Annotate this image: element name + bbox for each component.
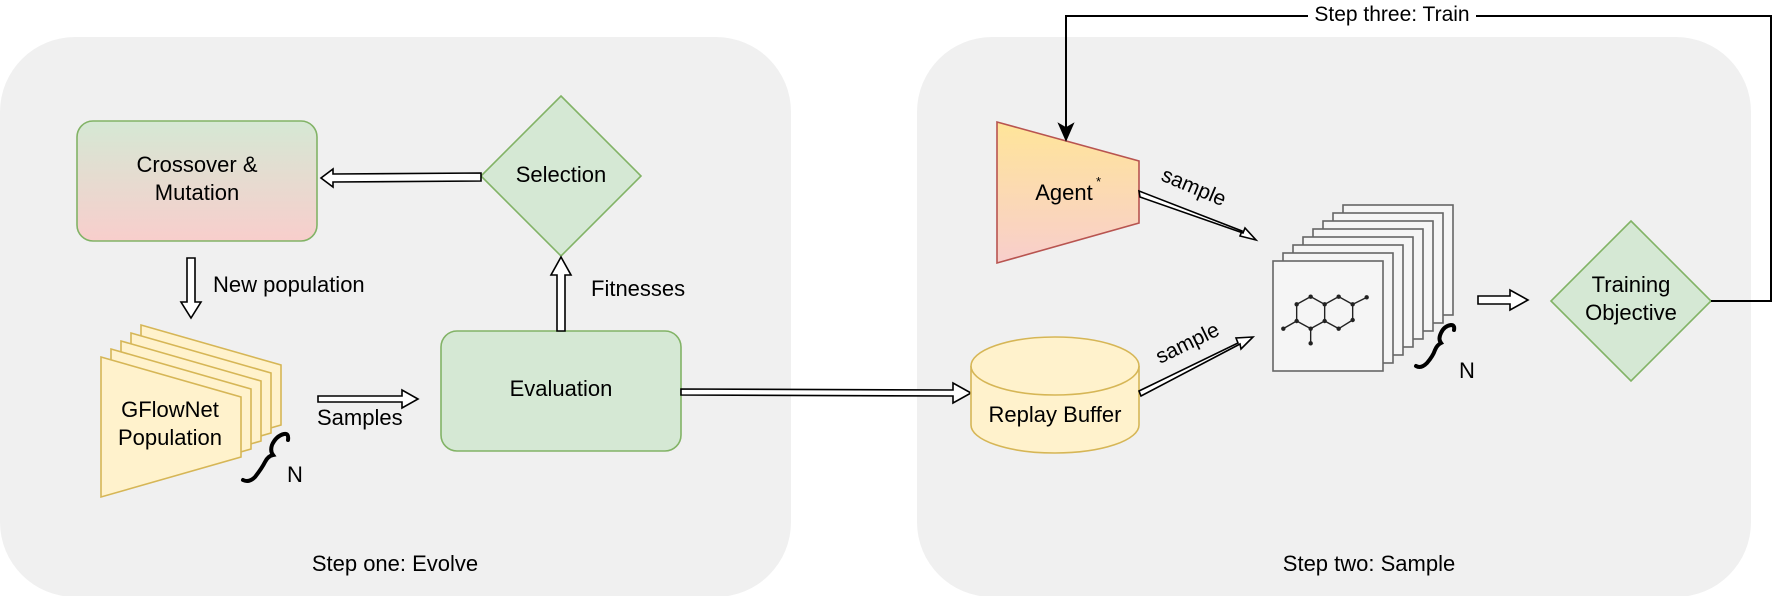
molecule-atom: [1294, 318, 1299, 324]
crossover-mutation-node: Crossover & Mutation: [76, 120, 318, 242]
molecule-atom: [1322, 302, 1327, 307]
population-label-line2: Population: [118, 425, 222, 450]
molecule-atom: [1308, 341, 1313, 346]
replay-buffer-node: Replay Buffer: [970, 336, 1140, 454]
train-loop-label: Step three: Train: [1314, 3, 1469, 26]
sample-card: [1272, 260, 1384, 372]
crossover-label-line2: Mutation: [155, 180, 239, 205]
molecule-atom: [1350, 317, 1355, 323]
panel-sample-caption: Step two: Sample: [1283, 551, 1455, 576]
evaluation-label: Evaluation: [510, 376, 613, 401]
panel-evolve-caption: Step one: Evolve: [312, 551, 478, 576]
evaluation-node: Evaluation: [440, 330, 682, 452]
molecule-atom: [1336, 294, 1341, 299]
samples-label: Samples: [317, 405, 403, 430]
molecule-atom: [1281, 326, 1286, 331]
fitnesses-label: Fitnesses: [591, 276, 685, 301]
molecule-atom: [1322, 318, 1327, 324]
replay-buffer-label: Replay Buffer: [989, 402, 1122, 427]
agent-label: Agent: [1035, 180, 1093, 205]
gflownet-evolution-diagram: Step one: Evolve Step two: Sample Crosso…: [0, 3, 1772, 596]
agent-superscript: *: [1096, 174, 1101, 189]
samples-count-label: N: [1459, 358, 1475, 383]
molecule-atom: [1350, 302, 1355, 307]
training-objective-label-line2: Objective: [1585, 300, 1677, 325]
selection-label: Selection: [516, 162, 607, 187]
molecule-atom: [1294, 302, 1299, 307]
population-label-line1: GFlowNet: [121, 397, 219, 422]
crossover-label-line1: Crossover &: [136, 152, 257, 177]
molecule-atom: [1308, 326, 1313, 331]
new-population-label: New population: [213, 272, 365, 297]
molecule-atom: [1308, 294, 1313, 299]
molecule-atom: [1336, 326, 1341, 331]
training-objective-label-line1: Training: [1592, 272, 1671, 297]
molecule-atom: [1364, 295, 1369, 300]
population-count-label: N: [287, 462, 303, 487]
